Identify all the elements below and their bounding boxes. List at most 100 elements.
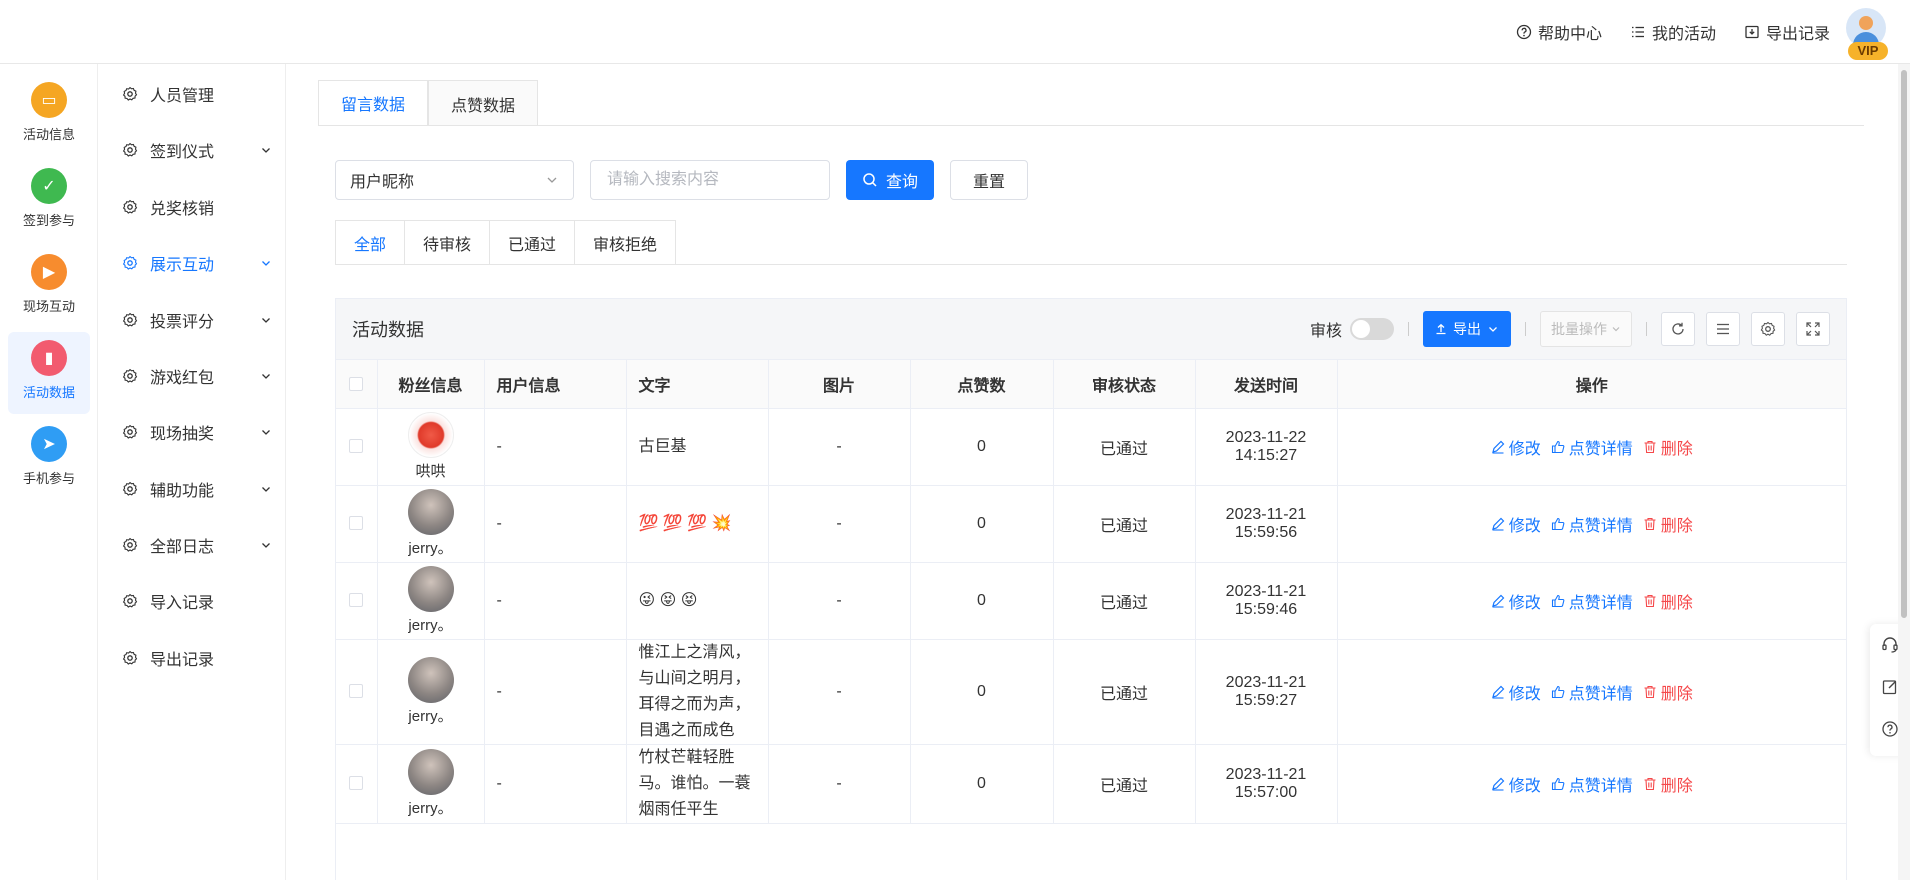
toolbar-divider: [1646, 322, 1647, 336]
table-row: 哄哄 - 古巨基 -0 已通过 2023-11-22 14:15:27 修改 点赞详情 删除: [336, 408, 1846, 486]
rail-label: 现场互动: [22, 299, 75, 314]
text-cell: 惟江上之清风，与山间之明月，耳得之而为声，目遇之而成色: [626, 639, 769, 745]
help-center-label: 帮助中心: [1537, 26, 1602, 43]
tab-status-all[interactable]: 全部: [335, 220, 405, 265]
delete-link[interactable]: 删除: [1643, 589, 1693, 613]
submenu-item[interactable]: 投票评分: [122, 300, 272, 340]
tab-message-data[interactable]: 留言数据: [318, 80, 429, 126]
rail-item-live-interaction[interactable]: ▶ 现场互动: [8, 246, 90, 328]
page-scrollbar[interactable]: [1898, 64, 1910, 880]
gear-icon: [122, 312, 138, 327]
rail-item-mobile[interactable]: ➤ 手机参与: [8, 418, 90, 500]
field-select[interactable]: 用户昵称: [335, 160, 574, 200]
fan-info-cell: jerry。: [377, 639, 485, 745]
fan-name: jerry。: [408, 617, 453, 634]
text-cell: 😜 😝 😝: [626, 562, 769, 640]
row-checkbox[interactable]: [349, 593, 364, 608]
edit-link[interactable]: 修改: [1491, 512, 1541, 536]
toolbar-divider: [1525, 322, 1526, 336]
reset-button[interactable]: 重置: [950, 160, 1029, 200]
tab-status-rejected[interactable]: 审核拒绝: [574, 220, 677, 265]
submenu-item-label: 辅助功能: [150, 483, 215, 500]
submenu-item[interactable]: 导入记录: [122, 581, 272, 621]
sign-in-check-icon: ✓: [31, 168, 67, 204]
data-table-card: 活动数据 审核 导出 批量操作 粉丝信息 用户信息 文字 图片 点赞数 审核状态…: [335, 298, 1847, 880]
message-data-table: 粉丝信息 用户信息 文字 图片 点赞数 审核状态 发送时间 操作 哄哄 - 古巨基 -…: [336, 360, 1846, 824]
help-center-link[interactable]: 帮助中心: [1516, 20, 1602, 44]
density-button[interactable]: [1706, 312, 1740, 346]
submenu-item-label: 现场抽奖: [150, 426, 215, 443]
like-detail-link[interactable]: 点赞详情: [1551, 589, 1633, 613]
like-detail-link[interactable]: 点赞详情: [1551, 772, 1633, 796]
rail-item-sign-in[interactable]: ✓ 签到参与: [8, 160, 90, 242]
export-button[interactable]: 导出: [1423, 311, 1511, 347]
edit-note-icon[interactable]: [1881, 678, 1899, 696]
tab-status-pending[interactable]: 待审核: [404, 220, 490, 265]
rail-item-activity-data[interactable]: ▮ 活动数据: [8, 332, 90, 414]
submenu-item[interactable]: 签到仪式: [122, 130, 272, 170]
search-input[interactable]: [590, 160, 830, 200]
column-header: 审核状态: [1053, 360, 1196, 409]
row-checkbox[interactable]: [349, 776, 364, 791]
submenu-item-label: 游戏红包: [150, 370, 215, 387]
submenu-item[interactable]: 游戏红包: [122, 356, 272, 396]
my-activities-link[interactable]: 我的活动: [1630, 20, 1716, 44]
chevron-down-icon: [1612, 327, 1620, 332]
select-all-checkbox[interactable]: [349, 376, 364, 391]
like-detail-link[interactable]: 点赞详情: [1551, 680, 1633, 704]
submenu-item[interactable]: 辅助功能: [122, 469, 272, 509]
edit-link[interactable]: 修改: [1491, 680, 1541, 704]
table-row: jerry。 - 竹杖芒鞋轻胜马。谁怕。一蓑烟雨任平生 -0 已通过 2023-11-21…: [336, 744, 1846, 824]
edit-label: 修改: [1508, 777, 1541, 795]
submenu-item[interactable]: 导出记录: [122, 638, 272, 678]
column-header: 点赞数: [910, 360, 1054, 409]
column-settings-button[interactable]: [1751, 312, 1785, 346]
edit-icon: [1491, 517, 1505, 531]
edit-link[interactable]: 修改: [1491, 435, 1541, 459]
delete-link[interactable]: 删除: [1643, 680, 1693, 704]
table-body: 哄哄 - 古巨基 -0 已通过 2023-11-22 14:15:27 修改 点赞详情 删除 je…: [336, 408, 1846, 824]
chevron-down-icon: [262, 543, 270, 548]
fan-info-cell: 哄哄: [377, 408, 485, 486]
submenu-item[interactable]: 全部日志: [122, 525, 272, 565]
submenu-item[interactable]: 现场抽奖: [122, 412, 272, 452]
export-records-label: 导出记录: [1765, 26, 1830, 43]
submenu-item[interactable]: 人员管理: [122, 74, 272, 114]
fullscreen-button[interactable]: [1796, 312, 1830, 346]
user-avatar[interactable]: VIP: [1846, 8, 1888, 60]
review-toggle[interactable]: [1350, 318, 1394, 340]
thumbs-up-icon: [1551, 777, 1565, 790]
row-checkbox[interactable]: [349, 684, 364, 699]
help-icon[interactable]: [1881, 720, 1899, 738]
export-records-link[interactable]: 导出记录: [1744, 20, 1830, 44]
edit-link[interactable]: 修改: [1491, 589, 1541, 613]
batch-operations-button[interactable]: 批量操作: [1540, 311, 1632, 347]
refresh-button[interactable]: [1661, 312, 1695, 346]
like-detail-label: 点赞详情: [1568, 440, 1633, 458]
query-button[interactable]: 查询: [846, 160, 935, 200]
like-detail-link[interactable]: 点赞详情: [1551, 435, 1633, 459]
operations-cell: 修改 点赞详情 删除: [1337, 744, 1846, 824]
like-detail-link[interactable]: 点赞详情: [1551, 512, 1633, 536]
row-select-cell: [336, 744, 378, 824]
row-checkbox[interactable]: [349, 516, 364, 531]
edit-label: 修改: [1508, 517, 1541, 535]
edit-link[interactable]: 修改: [1491, 772, 1541, 796]
customer-service-icon[interactable]: [1881, 636, 1899, 654]
rail-item-activity-info[interactable]: ▭ 活动信息: [8, 74, 90, 156]
tab-status-approved[interactable]: 已通过: [489, 220, 575, 265]
submenu-item-label: 签到仪式: [150, 144, 215, 161]
image-cell: -: [768, 485, 911, 563]
scrollbar-thumb[interactable]: [1901, 70, 1907, 618]
tab-like-data[interactable]: 点赞数据: [428, 80, 539, 126]
delete-link[interactable]: 删除: [1643, 435, 1693, 459]
operations-cell: 修改 点赞详情 删除: [1337, 639, 1846, 745]
row-checkbox[interactable]: [349, 439, 364, 454]
delete-link[interactable]: 删除: [1643, 512, 1693, 536]
submenu-item[interactable]: 兑奖核销: [122, 187, 272, 227]
edit-icon: [1491, 685, 1505, 699]
delete-link[interactable]: 删除: [1643, 772, 1693, 796]
thumbs-up-icon: [1551, 685, 1565, 698]
submenu-item[interactable]: 展示互动: [122, 243, 272, 283]
gear-icon: [122, 199, 138, 214]
